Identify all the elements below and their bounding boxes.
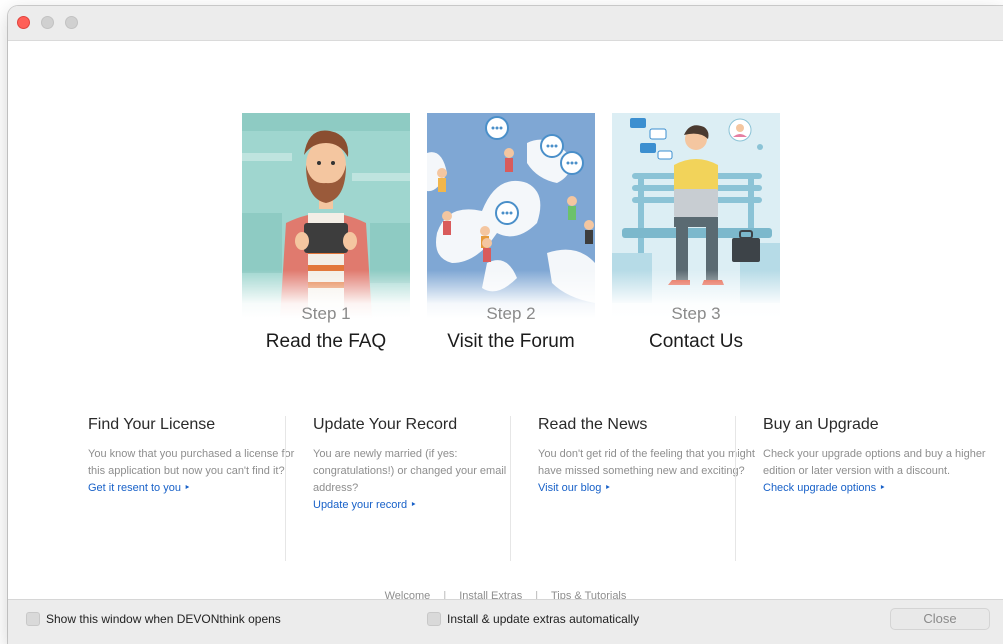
- column-divider: [285, 416, 286, 561]
- show-window-checkbox[interactable]: Show this window when DEVONthink opens: [26, 612, 281, 626]
- step-contact[interactable]: Step 3 Contact Us: [612, 113, 780, 352]
- forum-illustration: [427, 113, 595, 318]
- column-body: You are newly married (if yes: congratul…: [313, 448, 507, 494]
- step-title[interactable]: Contact Us: [572, 331, 820, 353]
- column-divider: [735, 416, 736, 561]
- step-number: Step 3: [671, 304, 721, 323]
- column-body: You don't get rid of the feeling that yo…: [538, 448, 755, 477]
- checkbox-label: Install & update extras automatically: [447, 612, 640, 626]
- contact-illustration: [612, 113, 780, 318]
- checkbox-icon[interactable]: [26, 612, 40, 626]
- welcome-window: Step 1 Read the FAQ Step 2 Visit the For…: [8, 6, 1003, 644]
- news-column: Read the News You don't get rid of the f…: [538, 416, 763, 561]
- check-upgrade-link[interactable]: Check upgrade options ‣: [763, 480, 988, 497]
- checkbox-icon[interactable]: [427, 612, 441, 626]
- bottom-bar: Show this window when DEVONthink opens I…: [8, 599, 1003, 644]
- welcome-content: Step 1 Read the FAQ Step 2 Visit the For…: [8, 41, 1003, 602]
- column-heading: Buy an Upgrade: [763, 416, 879, 433]
- step-forum[interactable]: Step 2 Visit the Forum: [427, 113, 595, 352]
- step-faq[interactable]: Step 1 Read the FAQ: [242, 113, 410, 352]
- faq-illustration: [242, 113, 410, 318]
- zoom-window-icon: [65, 16, 78, 29]
- close-button[interactable]: Close: [890, 608, 990, 630]
- minimize-window-icon: [41, 16, 54, 29]
- column-heading: Read the News: [538, 416, 648, 433]
- visit-blog-link[interactable]: Visit our blog ‣: [538, 480, 763, 497]
- column-body: You know that you purchased a license fo…: [88, 448, 295, 477]
- column-heading: Update Your Record: [313, 416, 458, 433]
- title-bar: [8, 6, 1003, 41]
- update-record-link[interactable]: Update your record ‣: [313, 497, 538, 514]
- get-license-link[interactable]: Get it resent to you ‣: [88, 480, 313, 497]
- column-body: Check your upgrade options and buy a hig…: [763, 448, 986, 477]
- license-column: Find Your License You know that you purc…: [88, 416, 313, 561]
- upgrade-column: Buy an Upgrade Check your upgrade option…: [763, 416, 988, 561]
- column-heading: Find Your License: [88, 416, 216, 433]
- close-window-icon[interactable]: [17, 16, 30, 29]
- column-divider: [510, 416, 511, 561]
- record-column: Update Your Record You are newly married…: [313, 416, 538, 561]
- install-extras-checkbox[interactable]: Install & update extras automatically: [427, 612, 639, 626]
- checkbox-label: Show this window when DEVONthink opens: [46, 612, 281, 626]
